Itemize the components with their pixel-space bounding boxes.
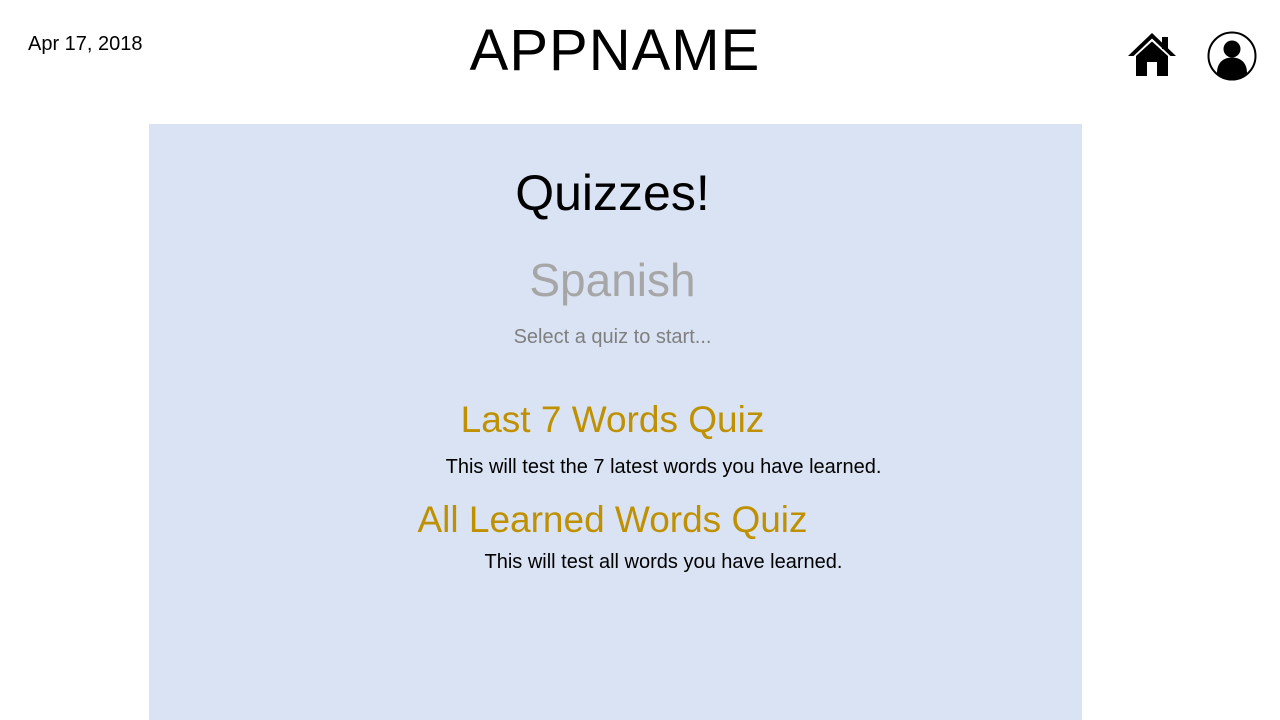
last-7-words-quiz-link[interactable]: Last 7 Words Quiz [146,398,1079,442]
profile-button[interactable] [1206,30,1258,82]
all-learned-words-quiz-link[interactable]: All Learned Words Quiz [146,498,1079,542]
instruction-text: Select a quiz to start... [513,326,712,348]
app-title: APPNAME [469,18,761,83]
all-learned-words-quiz-description: This will test all words you have learne… [484,551,843,573]
user-profile-icon [1207,31,1257,81]
last-7-words-quiz-description: This will test the 7 latest words you ha… [445,456,882,478]
page-title: Quizzes! [515,165,710,221]
home-button[interactable] [1126,30,1178,78]
quiz-panel: Quizzes! Spanish Select a quiz to start.… [149,124,1082,720]
quiz-page: Apr 17, 2018 APPNAME Quizzes! Spanish Se… [0,0,1280,720]
home-icon [1128,33,1176,76]
language-label: Spanish [529,254,696,306]
